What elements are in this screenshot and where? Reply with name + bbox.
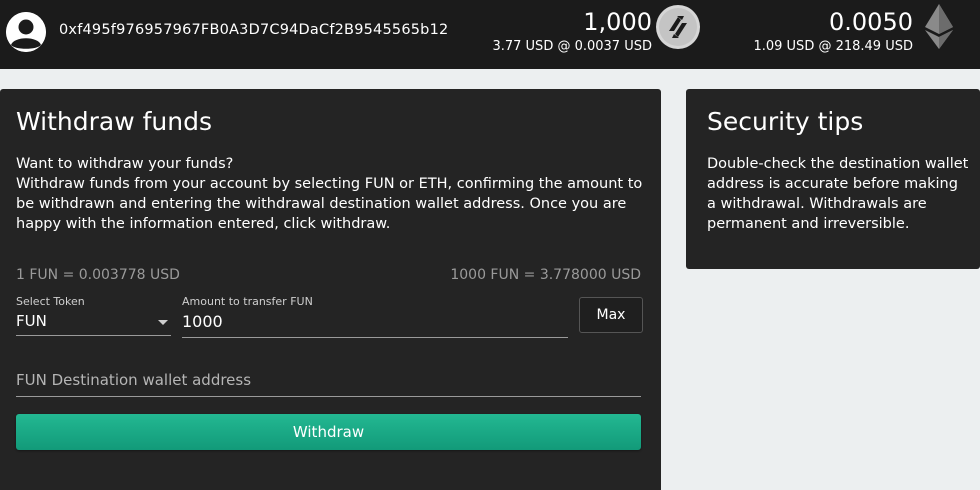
security-tips-title: Security tips — [707, 107, 864, 136]
eth-balance-fiat: 1.09 USD @ 218.49 USD — [753, 39, 913, 54]
token-select[interactable]: FUN — [16, 311, 171, 336]
intro-text: Withdraw funds from your account by sele… — [16, 176, 643, 232]
withdraw-title: Withdraw funds — [16, 107, 213, 136]
amount-input[interactable]: 1000 — [182, 311, 568, 338]
max-button[interactable]: Max — [579, 297, 643, 333]
avatar-icon[interactable] — [6, 12, 46, 52]
security-tips-panel: Security tips Double-check the destinati… — [686, 89, 980, 269]
destination-address-input[interactable]: FUN Destination wallet address — [16, 369, 641, 397]
intro-heading: Want to withdraw your funds? — [16, 156, 234, 172]
withdraw-intro: Want to withdraw your funds? Withdraw fu… — [16, 154, 646, 234]
fun-balance: 1,000 3.77 USD @ 0.0037 USD — [492, 8, 652, 55]
withdraw-panel: Withdraw funds Want to withdraw your fun… — [0, 89, 661, 490]
ethereum-icon — [923, 3, 955, 51]
amount-label: Amount to transfer FUN — [182, 295, 313, 308]
funfair-coin-icon — [655, 4, 701, 50]
total-rate: 1000 FUN = 3.778000 USD — [450, 267, 641, 283]
unit-rate: 1 FUN = 0.003778 USD — [16, 267, 180, 283]
fun-balance-fiat: 3.77 USD @ 0.0037 USD — [492, 39, 652, 54]
eth-balance-amount: 0.0050 — [829, 8, 913, 36]
wallet-address: 0xf495f976957967FB0A3D7C94DaCf2B9545565b… — [59, 22, 449, 38]
security-tips-text: Double-check the destination wallet addr… — [707, 156, 969, 232]
token-label: Select Token — [16, 295, 85, 308]
top-bar: 0xf495f976957967FB0A3D7C94DaCf2B9545565b… — [0, 0, 980, 69]
withdraw-button[interactable]: Withdraw — [16, 414, 641, 450]
chevron-down-icon — [158, 320, 168, 325]
token-select-value: FUN — [16, 312, 47, 330]
fun-balance-amount: 1,000 — [583, 8, 652, 36]
eth-balance: 0.0050 1.09 USD @ 218.49 USD — [753, 8, 913, 55]
